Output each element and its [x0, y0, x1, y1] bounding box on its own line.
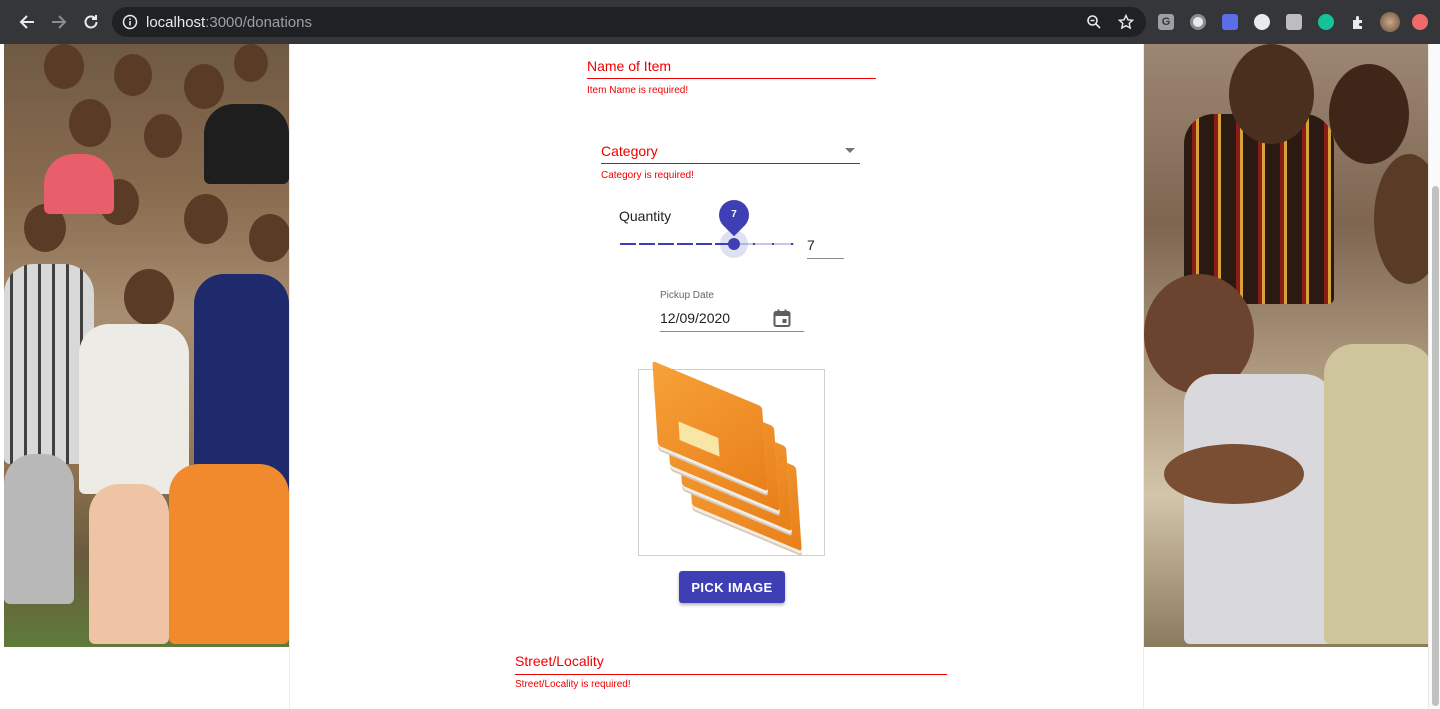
back-arrow-icon [19, 15, 34, 29]
url-path: :3000/donations [205, 14, 312, 31]
reload-icon [84, 15, 98, 29]
url-text: localhost:3000/donations [146, 14, 312, 31]
grammarly-icon[interactable] [1318, 14, 1334, 30]
pick-image-button[interactable]: PICK IMAGE [679, 571, 785, 603]
pickup-date-label: Pickup Date [660, 290, 714, 301]
url-host: localhost [146, 14, 206, 31]
site-info-icon[interactable] [122, 14, 138, 30]
forward-button[interactable] [48, 11, 70, 33]
category-select[interactable] [601, 163, 860, 164]
page-viewport: Name of Item Item Name is required! Cate… [0, 44, 1428, 709]
extension-circle-icon[interactable] [1190, 14, 1206, 30]
bookmark-star-icon[interactable] [1118, 14, 1134, 30]
street-label: Street/Locality [515, 653, 604, 669]
reload-button[interactable] [80, 11, 102, 33]
extensions-puzzle-icon[interactable] [1350, 14, 1366, 30]
quantity-input-underline [807, 258, 844, 259]
item-name-error: Item Name is required! [587, 85, 689, 96]
quantity-input[interactable]: 7 [807, 237, 815, 253]
calendar-icon[interactable] [772, 308, 792, 328]
page-scrollbar[interactable] [1428, 44, 1440, 709]
category-error: Category is required! [601, 170, 694, 181]
extension-alert-icon[interactable] [1412, 14, 1428, 30]
children-photo-right [1144, 44, 1428, 647]
pickup-date-underline [660, 331, 804, 332]
category-label: Category [601, 143, 658, 159]
extension-pie-icon[interactable] [1254, 14, 1270, 30]
quantity-label: Quantity [619, 208, 672, 224]
extension-doc-icon[interactable] [1286, 14, 1302, 30]
item-image-preview [638, 360, 825, 556]
zoom-icon[interactable] [1086, 14, 1102, 30]
item-name-label: Name of Item [587, 58, 672, 74]
pickup-date-input[interactable]: 12/09/2020 [660, 310, 730, 326]
back-button[interactable] [16, 11, 38, 33]
slider-thumb[interactable] [728, 238, 740, 250]
slider-value-bubble-text: 7 [731, 209, 737, 220]
address-bar[interactable]: localhost:3000/donations [112, 7, 1146, 37]
forward-arrow-icon [52, 15, 67, 29]
item-name-input[interactable] [587, 78, 876, 79]
browser-toolbar: localhost:3000/donations G [0, 0, 1440, 44]
extension-camera-icon[interactable] [1222, 14, 1238, 30]
street-input[interactable] [515, 674, 947, 675]
extension-g-icon[interactable]: G [1158, 14, 1174, 30]
donation-form: Name of Item Item Name is required! Cate… [289, 44, 1144, 709]
dropdown-caret-icon[interactable] [845, 148, 855, 153]
scrollbar-thumb[interactable] [1432, 186, 1439, 706]
children-photo-left [4, 44, 289, 647]
street-error: Street/Locality is required! [515, 679, 631, 690]
profile-avatar[interactable] [1380, 12, 1400, 32]
